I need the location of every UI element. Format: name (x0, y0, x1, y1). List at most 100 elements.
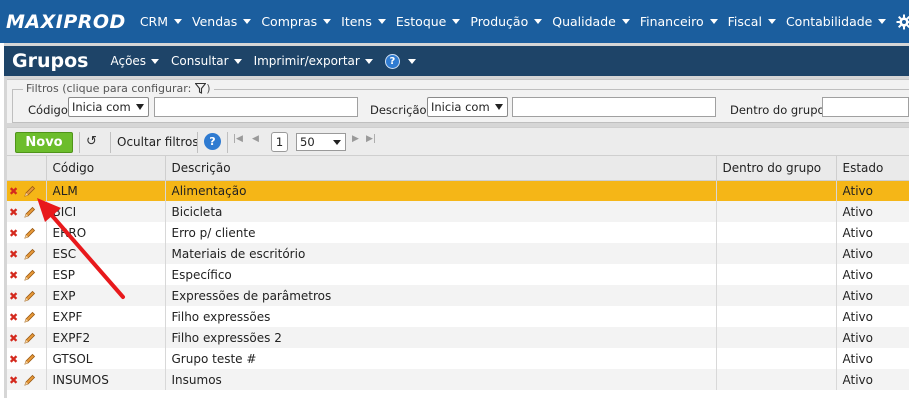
dentro-do-grupo-cell[interactable] (716, 264, 837, 285)
codigo-cell[interactable]: ERRO (46, 222, 166, 243)
consult-menu[interactable]: Consultar (171, 54, 242, 68)
dentro-do-grupo-cell[interactable] (716, 243, 837, 264)
print-export-menu[interactable]: Imprimir/exportar (254, 54, 373, 68)
table-row[interactable]: ✖ ERRO Erro p/ cliente Ativo (7, 222, 909, 243)
help-dropdown[interactable] (407, 58, 416, 64)
delete-icon[interactable]: ✖ (9, 353, 18, 366)
edit-pencil-icon[interactable] (23, 353, 36, 366)
delete-icon[interactable]: ✖ (9, 248, 18, 261)
dentro-do-grupo-cell[interactable] (716, 306, 837, 327)
delete-icon[interactable]: ✖ (9, 269, 18, 282)
edit-pencil-icon[interactable] (23, 332, 36, 345)
app-logo[interactable]: MAXIPROD (6, 11, 126, 33)
dentro-do-grupo-cell[interactable] (716, 180, 837, 201)
nav-menu-contabilidade[interactable]: Contabilidade (786, 14, 887, 29)
nav-menu-producao[interactable]: Produção (470, 14, 543, 29)
table-row[interactable]: ✖ ESP Específico Ativo (7, 264, 909, 285)
first-page-icon[interactable]: |◀ (233, 134, 243, 144)
delete-icon[interactable]: ✖ (9, 185, 18, 198)
help-icon[interactable]: ? (384, 53, 400, 69)
nav-menu-compras[interactable]: Compras (261, 14, 332, 29)
edit-pencil-icon[interactable] (23, 185, 36, 198)
edit-pencil-icon[interactable] (23, 269, 36, 282)
codigo-cell[interactable]: EXPF2 (46, 327, 166, 348)
delete-icon[interactable]: ✖ (9, 206, 18, 219)
delete-icon[interactable]: ✖ (9, 290, 18, 303)
codigo-filter-input[interactable] (154, 97, 358, 117)
column-header-estado[interactable]: Estado (836, 156, 909, 181)
nav-menu-qualidade[interactable]: Qualidade (552, 14, 630, 29)
descricao-cell[interactable]: Bicicleta (165, 201, 717, 222)
edit-pencil-icon[interactable] (23, 290, 36, 303)
new-button[interactable]: Novo (15, 132, 73, 153)
estado-cell[interactable]: Ativo (836, 264, 909, 285)
table-row[interactable]: ✖ EXP Expressões de parâmetros Ativo (7, 285, 909, 306)
estado-cell[interactable]: Ativo (836, 306, 909, 327)
table-row[interactable]: ✖ INSUMOS Insumos Ativo (7, 369, 909, 390)
descricao-filter-input[interactable] (512, 97, 716, 117)
codigo-cell[interactable]: BICI (46, 201, 166, 222)
dentro-do-grupo-cell[interactable] (716, 348, 837, 369)
descricao-cell[interactable]: Específico (165, 264, 717, 285)
table-row[interactable]: ✖ ESC Materiais de escritório Ativo (7, 243, 909, 264)
codigo-cell[interactable]: INSUMOS (46, 369, 166, 390)
column-header-codigo[interactable]: Código (46, 156, 166, 181)
next-page-icon[interactable]: ▶ (352, 134, 359, 144)
edit-pencil-icon[interactable] (23, 248, 36, 261)
codigo-filter-mode-select[interactable]: Inicia com (68, 97, 149, 117)
page-number-input[interactable]: 1 (271, 132, 288, 152)
delete-icon[interactable]: ✖ (9, 374, 18, 387)
estado-cell[interactable]: Ativo (836, 369, 909, 390)
descricao-cell[interactable]: Filho expressões 2 (165, 327, 717, 348)
table-row[interactable]: ✖ ALM Alimentação Ativo (7, 180, 909, 201)
filters-legend[interactable]: Filtros (clique para configurar: ) (23, 82, 214, 95)
dentro-do-grupo-cell[interactable] (716, 201, 837, 222)
table-row[interactable]: ✖ BICI Bicicleta Ativo (7, 201, 909, 222)
edit-pencil-icon[interactable] (23, 311, 36, 324)
actions-menu[interactable]: Ações (110, 54, 160, 68)
codigo-cell[interactable]: GTSOL (46, 348, 166, 369)
descricao-cell[interactable]: Erro p/ cliente (165, 222, 717, 243)
last-page-icon[interactable]: ▶| (366, 134, 376, 144)
estado-cell[interactable]: Ativo (836, 243, 909, 264)
table-row[interactable]: ✖ GTSOL Grupo teste # Ativo (7, 348, 909, 369)
descricao-cell[interactable]: Expressões de parâmetros (165, 285, 717, 306)
hide-filters-button[interactable]: Ocultar filtros (117, 135, 199, 149)
settings-menu[interactable] (896, 14, 909, 30)
dentro-do-grupo-cell[interactable] (716, 285, 837, 306)
descricao-filter-mode-select[interactable]: Inicia com (427, 97, 508, 117)
nav-menu-itens[interactable]: Itens (341, 14, 386, 29)
estado-cell[interactable]: Ativo (836, 348, 909, 369)
descricao-cell[interactable]: Materiais de escritório (165, 243, 717, 264)
codigo-cell[interactable]: EXP (46, 285, 166, 306)
estado-cell[interactable]: Ativo (836, 327, 909, 348)
nav-menu-financeiro[interactable]: Financeiro (640, 14, 718, 29)
dentro-do-grupo-cell[interactable] (716, 327, 837, 348)
nav-menu-fiscal[interactable]: Fiscal (728, 14, 776, 29)
delete-icon[interactable]: ✖ (9, 227, 18, 240)
estado-cell[interactable]: Ativo (836, 180, 909, 201)
nav-menu-vendas[interactable]: Vendas (192, 14, 252, 29)
edit-pencil-icon[interactable] (23, 206, 36, 219)
codigo-cell[interactable]: ESP (46, 264, 166, 285)
descricao-cell[interactable]: Grupo teste # (165, 348, 717, 369)
table-row[interactable]: ✖ EXPF2 Filho expressões 2 Ativo (7, 327, 909, 348)
help-icon[interactable]: ? (204, 133, 221, 150)
dentro-do-grupo-cell[interactable] (716, 222, 837, 243)
column-header-dentro-do-grupo[interactable]: Dentro do grupo (716, 156, 837, 181)
nav-menu-crm[interactable]: CRM (140, 14, 183, 29)
codigo-cell[interactable]: EXPF (46, 306, 166, 327)
previous-page-icon[interactable]: ◀ (252, 134, 259, 144)
descricao-cell[interactable]: Filho expressões (165, 306, 717, 327)
dentro-do-grupo-cell[interactable] (716, 369, 837, 390)
refresh-icon[interactable]: ↺ (86, 134, 97, 149)
codigo-cell[interactable]: ESC (46, 243, 166, 264)
delete-icon[interactable]: ✖ (9, 311, 18, 324)
nav-menu-estoque[interactable]: Estoque (396, 14, 461, 29)
edit-pencil-icon[interactable] (23, 374, 36, 387)
edit-pencil-icon[interactable] (23, 227, 36, 240)
estado-cell[interactable]: Ativo (836, 285, 909, 306)
codigo-cell[interactable]: ALM (46, 180, 166, 201)
column-header-descricao[interactable]: Descrição (165, 156, 717, 181)
descricao-cell[interactable]: Insumos (165, 369, 717, 390)
